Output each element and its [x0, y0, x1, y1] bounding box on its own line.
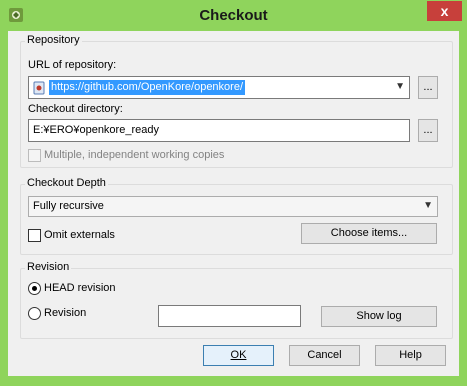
ok-button[interactable]: OK — [203, 345, 274, 366]
window-title: Checkout — [199, 7, 268, 24]
url-label: URL of repository: — [28, 59, 117, 71]
revision-group-title: Revision — [25, 261, 72, 273]
head-revision-label: HEAD revision — [44, 282, 116, 294]
url-combobox[interactable]: https://github.com/OpenKore/openkore/ ▼ — [28, 76, 410, 99]
close-icon[interactable]: x — [427, 1, 462, 21]
checkout-depth-group-title: Checkout Depth — [25, 177, 108, 189]
title-bar[interactable]: Checkout x — [0, 0, 467, 30]
omit-externals-checkbox[interactable] — [28, 229, 41, 242]
repository-group-title: Repository — [25, 34, 82, 46]
specific-revision-radio[interactable] — [28, 307, 41, 320]
repository-icon — [33, 81, 45, 95]
multiple-working-copies-checkbox[interactable] — [28, 149, 41, 162]
depth-select[interactable]: Fully recursive ▼ — [28, 196, 438, 217]
specific-revision-label: Revision — [44, 307, 87, 319]
directory-browse-button[interactable]: ... — [418, 119, 438, 142]
cancel-button[interactable]: Cancel — [289, 345, 360, 366]
ok-label: OK — [230, 349, 247, 361]
revision-group: Revision — [20, 261, 453, 339]
checkout-depth-group: Checkout Depth — [20, 177, 453, 255]
choose-items-button[interactable]: Choose items... — [301, 223, 437, 244]
checkout-directory-label: Checkout directory: — [28, 103, 123, 115]
show-log-button[interactable]: Show log — [321, 306, 437, 327]
multiple-working-copies-label: Multiple, independent working copies — [44, 149, 225, 161]
depth-selected-value: Fully recursive — [33, 200, 104, 212]
checkout-dialog: Checkout x Repository URL of repository:… — [0, 0, 467, 386]
chevron-down-icon[interactable]: ▼ — [423, 200, 433, 211]
dialog-client-area: Repository URL of repository: https://gi… — [8, 31, 459, 376]
chevron-down-icon[interactable]: ▼ — [395, 81, 405, 92]
omit-externals-label: Omit externals — [44, 229, 115, 241]
checkout-directory-input[interactable]: E:¥ERO¥openkore_ready — [28, 119, 410, 142]
url-value: https://github.com/OpenKore/openkore/ — [49, 80, 246, 95]
revision-input[interactable] — [158, 305, 301, 327]
help-button[interactable]: Help — [375, 345, 446, 366]
head-revision-radio[interactable] — [28, 282, 41, 295]
checkout-directory-value: E:¥ERO¥openkore_ready — [33, 124, 159, 136]
url-browse-button[interactable]: ... — [418, 76, 438, 99]
